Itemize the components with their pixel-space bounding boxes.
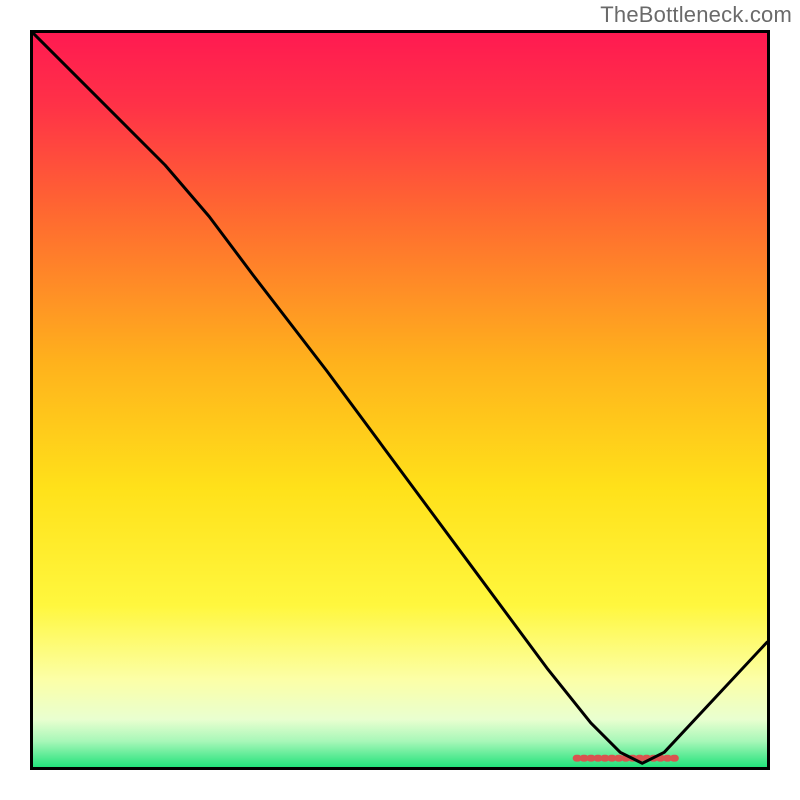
chart-stage: TheBottleneck.com xyxy=(0,0,800,800)
watermark-text: TheBottleneck.com xyxy=(600,2,792,28)
chart-svg xyxy=(33,33,767,767)
plot-area xyxy=(30,30,770,770)
